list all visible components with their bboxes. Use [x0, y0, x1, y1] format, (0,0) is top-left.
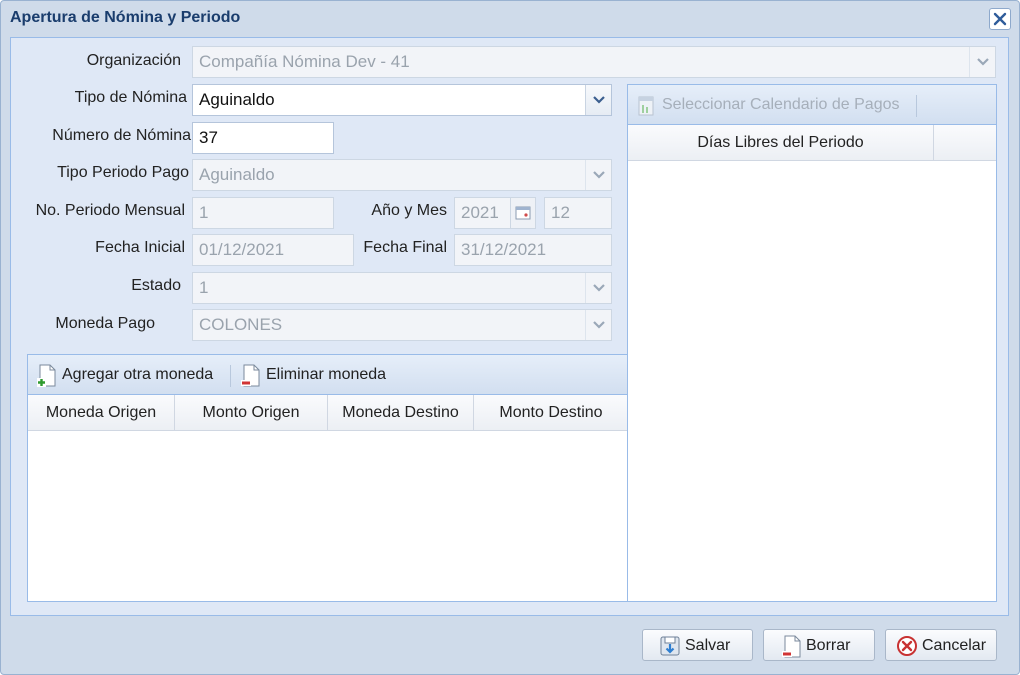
form-body: Organización Compañía Nómina Dev - 41 Ti… [10, 37, 1009, 616]
estado-select: 1 [192, 272, 612, 304]
tipo-periodo-pago-label: Tipo Periodo Pago [57, 164, 189, 181]
no-periodo-mensual-label: No. Periodo Mensual [35, 202, 185, 219]
fecha-inicial-input: 01/12/2021 [192, 234, 354, 266]
remove-document-icon [782, 635, 801, 658]
calendar-select-icon [638, 96, 654, 116]
tipo-nomina-value: Aguinaldo [199, 90, 275, 109]
anio-mes-label: Año y Mes [371, 202, 447, 219]
moneda-pago-label: Moneda Pago [55, 315, 155, 332]
column-header-monto-origen[interactable]: Monto Origen [175, 395, 328, 431]
tipo-nomina-select[interactable]: Aguinaldo [192, 84, 612, 116]
calendar-grid-header: Días Libres del Periodo [628, 125, 996, 161]
estado-value: 1 [199, 278, 209, 297]
moneda-pago-dropdown-trigger [585, 310, 611, 340]
anio-input: 2021 [454, 197, 512, 229]
remove-document-icon [241, 364, 260, 387]
tipo-periodo-pago-select: Aguinaldo [192, 159, 612, 191]
add-document-icon [37, 364, 56, 387]
currency-grid-header: Moneda Origen Monto Origen Moneda Destin… [28, 395, 628, 431]
organizacion-dropdown-trigger [969, 47, 995, 77]
numero-nomina-label: Número de Nómina [52, 127, 191, 144]
cancel-button[interactable]: Cancelar [885, 629, 997, 661]
currency-grid-body [28, 432, 628, 601]
tipo-nomina-dropdown-trigger[interactable] [585, 85, 611, 115]
fecha-final-label: Fecha Final [363, 239, 447, 256]
dialog-window: Apertura de Nómina y Periodo Organizació… [0, 0, 1020, 675]
cancel-label: Cancelar [922, 637, 987, 654]
calendar-toolbar: Seleccionar Calendario de Pagos [628, 85, 996, 125]
save-icon [660, 636, 680, 656]
chevron-down-icon [593, 284, 605, 292]
close-icon [993, 12, 1007, 26]
tipo-nomina-label: Tipo de Nómina [74, 89, 187, 106]
tipo-periodo-pago-dropdown-trigger [585, 160, 611, 190]
chevron-down-icon [593, 321, 605, 329]
organizacion-value: Compañía Nómina Dev - 41 [199, 52, 410, 71]
calendar-icon [515, 206, 531, 220]
dialog-title: Apertura de Nómina y Periodo [10, 9, 241, 26]
mes-input: 12 [544, 197, 612, 229]
estado-dropdown-trigger [585, 273, 611, 303]
calendar-panel: Seleccionar Calendario de Pagos Días Lib… [627, 84, 997, 602]
add-currency-button[interactable]: Agregar otra moneda [36, 363, 226, 389]
remove-currency-button[interactable]: Eliminar moneda [240, 363, 400, 389]
fecha-final-input: 31/12/2021 [454, 234, 612, 266]
tipo-periodo-pago-value: Aguinaldo [199, 165, 275, 184]
cancel-icon [897, 636, 917, 656]
column-header-moneda-destino[interactable]: Moneda Destino [328, 395, 474, 431]
currency-toolbar: Agregar otra moneda Eliminar moneda [28, 355, 628, 395]
select-calendar-label: Seleccionar Calendario de Pagos [662, 96, 900, 113]
moneda-pago-select: COLONES [192, 309, 612, 341]
column-header-empty [934, 125, 996, 161]
toolbar-separator [230, 365, 231, 387]
currency-panel: Agregar otra moneda Eliminar moneda Mone… [27, 354, 629, 602]
select-calendar-button[interactable]: Seleccionar Calendario de Pagos [636, 93, 926, 119]
chevron-down-icon [977, 58, 989, 66]
add-currency-label: Agregar otra moneda [62, 366, 214, 383]
close-button[interactable] [989, 8, 1011, 30]
organizacion-select: Compañía Nómina Dev - 41 [192, 46, 996, 78]
save-button[interactable]: Salvar [642, 629, 753, 661]
anio-calendar-trigger [510, 197, 536, 229]
chevron-down-icon [593, 96, 605, 104]
toolbar-separator [916, 95, 917, 117]
calendar-grid-body [628, 162, 996, 601]
column-header-monto-destino[interactable]: Monto Destino [474, 395, 628, 431]
chevron-down-icon [593, 171, 605, 179]
no-periodo-mensual-input: 1 [192, 197, 334, 229]
organizacion-label: Organización [86, 52, 181, 69]
clear-label: Borrar [806, 637, 851, 654]
clear-button[interactable]: Borrar [763, 629, 875, 661]
numero-nomina-input[interactable]: 37 [192, 122, 334, 154]
moneda-pago-value: COLONES [199, 315, 283, 334]
estado-label: Estado [131, 277, 181, 294]
fecha-inicial-label: Fecha Inicial [95, 239, 185, 256]
remove-currency-label: Eliminar moneda [266, 366, 387, 383]
save-label: Salvar [685, 637, 731, 654]
column-header-moneda-origen[interactable]: Moneda Origen [28, 395, 175, 431]
column-header-dias-libres[interactable]: Días Libres del Periodo [628, 125, 934, 161]
